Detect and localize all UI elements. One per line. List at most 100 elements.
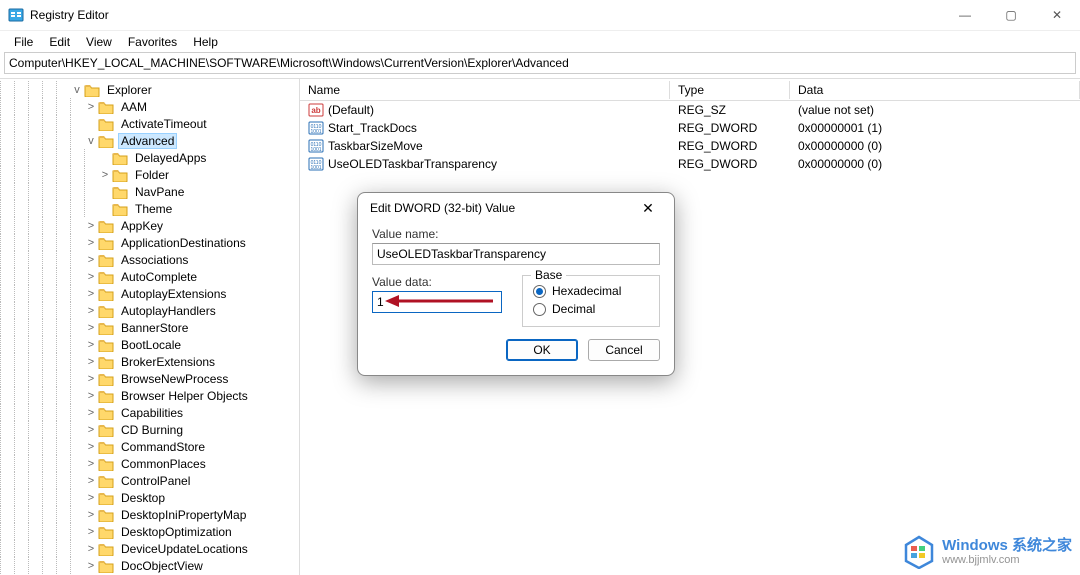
- value-data-field[interactable]: [372, 291, 502, 313]
- tree-expander[interactable]: [98, 152, 112, 164]
- tree-item-controlpanel[interactable]: >ControlPanel: [0, 472, 299, 489]
- tree-expander[interactable]: >: [84, 322, 98, 334]
- value-data: 0x00000000 (0): [790, 157, 1080, 171]
- value-row[interactable]: 01101001UseOLEDTaskbarTransparencyREG_DW…: [300, 155, 1080, 173]
- menu-file[interactable]: File: [6, 33, 41, 51]
- tree-item-desktop[interactable]: >Desktop: [0, 489, 299, 506]
- tree-item-browser-helper-objects[interactable]: >Browser Helper Objects: [0, 387, 299, 404]
- tree-expander[interactable]: >: [84, 220, 98, 232]
- tree-expander[interactable]: >: [84, 254, 98, 266]
- tree-item-bannerstore[interactable]: > BannerStore: [0, 319, 299, 336]
- value-row[interactable]: 01101001Start_TrackDocsREG_DWORD0x000000…: [300, 119, 1080, 137]
- tree-expander[interactable]: >: [84, 356, 98, 368]
- value-type: REG_DWORD: [670, 139, 790, 153]
- tree-expander[interactable]: >: [84, 441, 98, 453]
- tree-expander[interactable]: v: [70, 84, 84, 96]
- watermark-line2: www.bjjmlv.com: [942, 554, 1072, 566]
- tree-item-capabilities[interactable]: >Capabilities: [0, 404, 299, 421]
- tree-expander[interactable]: >: [84, 560, 98, 572]
- tree-expander[interactable]: >: [84, 288, 98, 300]
- value-row[interactable]: ab(Default)REG_SZ(value not set): [300, 101, 1080, 119]
- value-data-label: Value data:: [372, 275, 502, 289]
- tree-expander[interactable]: >: [84, 475, 98, 487]
- menubar: File Edit View Favorites Help: [0, 30, 1080, 52]
- tree-item-docobjectview[interactable]: >DocObjectView: [0, 557, 299, 574]
- value-data: 0x00000000 (0): [790, 139, 1080, 153]
- value-name: TaskbarSizeMove: [328, 139, 423, 153]
- tree-item-bootlocale[interactable]: >BootLocale: [0, 336, 299, 353]
- tree-item-label: DelayedApps: [132, 151, 209, 165]
- tree-item-browsenewprocess[interactable]: >BrowseNewProcess: [0, 370, 299, 387]
- tree-item-aam[interactable]: >AAM: [0, 98, 299, 115]
- tree-expander[interactable]: [98, 186, 112, 198]
- menu-help[interactable]: Help: [185, 33, 226, 51]
- tree-item-appkey[interactable]: >AppKey: [0, 217, 299, 234]
- tree-item-label: BrokerExtensions: [118, 355, 218, 369]
- folder-icon: [98, 457, 114, 471]
- tree-item-autocomplete[interactable]: > AutoComplete: [0, 268, 299, 285]
- radio-decimal[interactable]: Decimal: [533, 300, 649, 318]
- tree-expander[interactable]: v: [84, 135, 98, 147]
- tree-item-explorer[interactable]: vExplorer: [0, 81, 299, 98]
- menu-view[interactable]: View: [78, 33, 120, 51]
- tree-expander[interactable]: >: [84, 339, 98, 351]
- tree-item-label: AutoComplete: [118, 270, 200, 284]
- tree-item-commandstore[interactable]: >CommandStore: [0, 438, 299, 455]
- tree-expander[interactable]: >: [84, 492, 98, 504]
- tree-item-label: AutoplayExtensions: [118, 287, 229, 301]
- window-close-button[interactable]: ✕: [1034, 0, 1080, 30]
- base-fieldset: Base Hexadecimal Decimal: [522, 275, 660, 327]
- tree-expander[interactable]: [98, 203, 112, 215]
- tree-expander[interactable]: >: [84, 509, 98, 521]
- tree-expander[interactable]: >: [84, 458, 98, 470]
- tree-item-desktopinipropertymap[interactable]: >DesktopIniPropertyMap: [0, 506, 299, 523]
- tree-item-autoplayhandlers[interactable]: >AutoplayHandlers: [0, 302, 299, 319]
- ok-button[interactable]: OK: [506, 339, 578, 361]
- tree-expander[interactable]: >: [84, 305, 98, 317]
- tree-item-associations[interactable]: > Associations: [0, 251, 299, 268]
- tree-item-delayedapps[interactable]: DelayedApps: [0, 149, 299, 166]
- tree-expander[interactable]: [84, 118, 98, 130]
- tree-item-applicationdestinations[interactable]: > ApplicationDestinations: [0, 234, 299, 251]
- tree-expander[interactable]: >: [84, 390, 98, 402]
- tree-item-theme[interactable]: Theme: [0, 200, 299, 217]
- tree-item-activatetimeout[interactable]: ActivateTimeout: [0, 115, 299, 132]
- tree-expander[interactable]: >: [98, 169, 112, 181]
- folder-icon: [84, 83, 100, 97]
- tree-item-advanced[interactable]: vAdvanced: [0, 132, 299, 149]
- column-header-data[interactable]: Data: [790, 81, 1080, 99]
- tree-item-label: BannerStore: [118, 321, 191, 335]
- tree-item-desktopoptimization[interactable]: >DesktopOptimization: [0, 523, 299, 540]
- column-header-type[interactable]: Type: [670, 81, 790, 99]
- tree-item-label: ApplicationDestinations: [118, 236, 249, 250]
- tree-item-navpane[interactable]: NavPane: [0, 183, 299, 200]
- menu-favorites[interactable]: Favorites: [120, 33, 185, 51]
- cancel-button[interactable]: Cancel: [588, 339, 660, 361]
- tree-pane[interactable]: vExplorer>AAM ActivateTimeoutvAdvanced D…: [0, 79, 300, 575]
- menu-edit[interactable]: Edit: [41, 33, 78, 51]
- tree-expander[interactable]: >: [84, 373, 98, 385]
- tree-item-folder[interactable]: >Folder: [0, 166, 299, 183]
- tree-item-autoplayextensions[interactable]: > AutoplayExtensions: [0, 285, 299, 302]
- window-maximize-button[interactable]: ▢: [988, 0, 1034, 30]
- dialog-close-button[interactable]: ✕: [634, 194, 662, 222]
- tree-item-brokerextensions[interactable]: > BrokerExtensions: [0, 353, 299, 370]
- tree-item-label: CommonPlaces: [118, 457, 209, 471]
- tree-expander[interactable]: >: [84, 424, 98, 436]
- tree-item-label: Associations: [118, 253, 191, 267]
- tree-expander[interactable]: >: [84, 101, 98, 113]
- radio-hexadecimal[interactable]: Hexadecimal: [533, 282, 649, 300]
- value-row[interactable]: 01101001TaskbarSizeMoveREG_DWORD0x000000…: [300, 137, 1080, 155]
- tree-expander[interactable]: >: [84, 407, 98, 419]
- tree-item-commonplaces[interactable]: > CommonPlaces: [0, 455, 299, 472]
- tree-item-deviceupdatelocations[interactable]: >DeviceUpdateLocations: [0, 540, 299, 557]
- tree-expander[interactable]: >: [84, 237, 98, 249]
- window-minimize-button[interactable]: —: [942, 0, 988, 30]
- tree-expander[interactable]: >: [84, 526, 98, 538]
- address-bar[interactable]: Computer\HKEY_LOCAL_MACHINE\SOFTWARE\Mic…: [4, 52, 1076, 74]
- tree-item-cd-burning[interactable]: >CD Burning: [0, 421, 299, 438]
- tree-expander[interactable]: >: [84, 271, 98, 283]
- column-header-name[interactable]: Name: [300, 81, 670, 99]
- value-name-field[interactable]: [372, 243, 660, 265]
- tree-expander[interactable]: >: [84, 543, 98, 555]
